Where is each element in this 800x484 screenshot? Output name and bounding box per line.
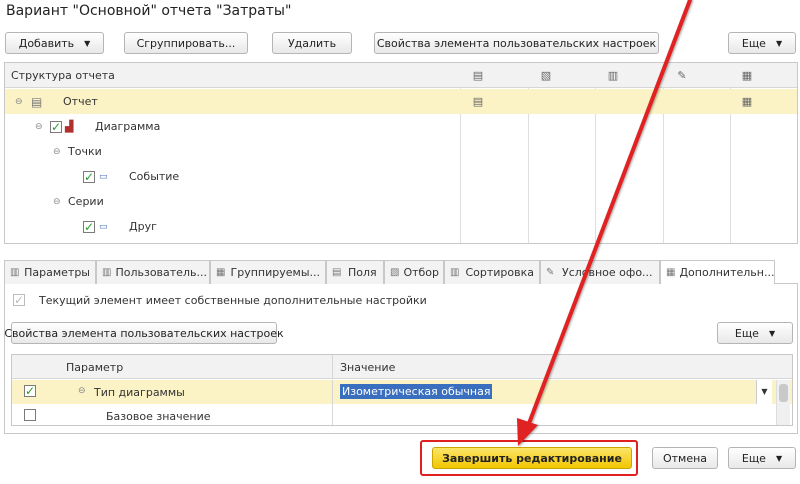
filter-icon: ▧ <box>540 68 552 82</box>
delete-button[interactable]: Удалить <box>272 32 352 54</box>
table-row[interactable]: ✓ ⊖ Тип диаграммы Изометрическая обычная… <box>12 380 792 404</box>
additional-settings-icon: ▦ <box>741 68 753 82</box>
add-button-label: Добавить <box>18 36 75 50</box>
row-checkbox[interactable] <box>24 409 36 421</box>
parameters-table-header: Параметр Значение <box>12 355 792 379</box>
tab-label: Дополнительн... <box>679 266 775 279</box>
tab-label: Сортировка <box>465 266 534 279</box>
tree-row-label: Серии <box>68 195 104 208</box>
group-button[interactable]: Сгруппировать... <box>124 32 248 54</box>
tab-label: Параметры <box>24 266 90 279</box>
tree-row-label: Друг <box>129 220 157 233</box>
friend-checkbox[interactable]: ✓ <box>83 220 95 233</box>
collapse-icon[interactable]: ⊖ <box>78 386 86 396</box>
tree-row-report[interactable]: ⊖ ▤ Отчет ▤ ▦ <box>5 89 797 114</box>
conditional-format-icon: ✎ <box>677 68 687 82</box>
param-name: Тип диаграммы <box>94 386 185 399</box>
grouped-icon: ▦ <box>216 267 226 278</box>
collapse-icon[interactable]: ⊖ <box>15 97 23 107</box>
tab-parameters[interactable]: ▥ Параметры <box>4 260 96 284</box>
tree-row-series[interactable]: ⊖ Серии <box>5 189 797 214</box>
chart-icon: ▟ <box>65 120 74 133</box>
param-value[interactable]: Изометрическая обычная <box>340 384 493 399</box>
fields-icon: ▤ <box>472 94 484 108</box>
tab-sort[interactable]: ▥ Сортировка <box>444 260 540 284</box>
table-row[interactable]: Базовое значение <box>12 404 792 425</box>
more-button[interactable]: Еще ▼ <box>717 322 793 344</box>
sort-icon: ▥ <box>450 267 460 278</box>
tab-conditional-format[interactable]: ✎ Условное офо... <box>540 260 660 284</box>
more-button-label: Еще <box>741 451 766 465</box>
fields-icon: ▤ <box>332 267 342 278</box>
tab-user-fields[interactable]: ▥ Пользователь... <box>96 260 210 284</box>
tree-row-event[interactable]: ✓ ▭ Событие <box>5 164 797 189</box>
collapse-icon[interactable]: ⊖ <box>35 122 43 132</box>
field-icon: ▭ <box>99 221 108 232</box>
user-fields-icon: ▥ <box>102 267 112 278</box>
settings-tabs: ▥ Параметры ▥ Пользователь... ▦ Группируемы… <box>4 260 798 284</box>
tree-row-chart[interactable]: ⊖ ✓ ▟ Диаграмма <box>5 114 797 139</box>
more-button-label: Еще <box>734 326 759 340</box>
additional-settings-panel: ✓ Текущий элемент имеет собственные допо… <box>4 284 798 434</box>
element-properties-button[interactable]: Свойства элемента пользовательских настр… <box>374 32 659 54</box>
scrollbar-thumb[interactable] <box>779 384 788 402</box>
collapse-icon[interactable]: ⊖ <box>53 147 61 157</box>
tab-additional[interactable]: ▦ Дополнительн... <box>660 260 775 284</box>
tree-row-label: Событие <box>129 170 180 183</box>
parameters-table[interactable]: Параметр Значение ✓ ⊖ Тип диаграммы Изом… <box>11 354 793 426</box>
tab-label: Пользователь... <box>115 266 207 279</box>
tree-row-label: Диаграмма <box>95 120 161 133</box>
column-divider <box>332 404 333 425</box>
tab-filter[interactable]: ▧ Отбор <box>384 260 444 284</box>
structure-header-label: Структура отчета <box>11 69 115 82</box>
tree-row-label: Отчет <box>63 95 98 108</box>
report-icon: ▤ <box>31 94 43 109</box>
filter-icon: ▧ <box>390 267 400 278</box>
tab-fields[interactable]: ▤ Поля <box>326 260 384 284</box>
own-settings-label: Текущий элемент имеет собственные дополн… <box>39 294 427 307</box>
collapse-icon[interactable]: ⊖ <box>53 197 61 207</box>
chevron-down-icon: ▼ <box>768 328 776 338</box>
column-divider <box>332 380 333 404</box>
more-button[interactable]: Еще ▼ <box>728 447 796 469</box>
sort-icon: ▥ <box>607 68 619 82</box>
own-settings-checkbox[interactable]: ✓ <box>13 294 25 306</box>
more-button[interactable]: Еще ▼ <box>728 32 796 54</box>
tree-row-friend[interactable]: ✓ ▭ Друг <box>5 214 797 239</box>
tab-grouped[interactable]: ▦ Группируемы... <box>210 260 326 284</box>
column-divider <box>332 355 333 378</box>
tab-label: Условное офо... <box>562 266 653 279</box>
cancel-button[interactable]: Отмена <box>652 447 718 469</box>
chevron-down-icon: ▼ <box>84 38 91 48</box>
tab-label: Поля <box>348 266 377 279</box>
chart-checkbox[interactable]: ✓ <box>50 120 62 133</box>
parameters-icon: ▥ <box>10 267 20 278</box>
tree-row-points[interactable]: ⊖ Точки <box>5 139 797 164</box>
window-title: Вариант "Основной" отчета "Затраты" <box>6 3 292 19</box>
fields-icon: ▤ <box>472 68 484 82</box>
chevron-down-icon: ▼ <box>775 453 783 463</box>
param-name: Базовое значение <box>106 410 211 423</box>
event-checkbox[interactable]: ✓ <box>83 170 95 183</box>
additional-settings-icon: ▦ <box>666 267 676 278</box>
conditional-format-icon: ✎ <box>546 267 555 278</box>
finish-editing-button[interactable]: Завершить редактирование <box>432 447 632 469</box>
row-checkbox[interactable]: ✓ <box>24 385 36 397</box>
dropdown-icon[interactable]: ▼ <box>756 380 772 404</box>
tree-row-label: Точки <box>68 145 102 158</box>
add-button[interactable]: Добавить ▼ <box>5 32 104 54</box>
additional-settings-icon: ▦ <box>741 94 753 108</box>
chevron-down-icon: ▼ <box>775 38 783 48</box>
tab-label: Группируемы... <box>230 266 320 279</box>
structure-header: Структура отчета ▤ ▧ ▥ ✎ ▦ <box>5 63 797 88</box>
column-header-param: Параметр <box>66 361 124 374</box>
more-button-label: Еще <box>741 36 766 50</box>
column-header-value: Значение <box>340 361 396 374</box>
element-properties-button[interactable]: Свойства элемента пользовательских настр… <box>4 322 284 344</box>
tab-label: Отбор <box>403 266 440 279</box>
scrollbar[interactable] <box>776 380 790 425</box>
field-icon: ▭ <box>99 171 108 182</box>
report-structure-table[interactable]: Структура отчета ▤ ▧ ▥ ✎ ▦ ⊖ ▤ Отчет ▤ ▦… <box>4 62 798 244</box>
